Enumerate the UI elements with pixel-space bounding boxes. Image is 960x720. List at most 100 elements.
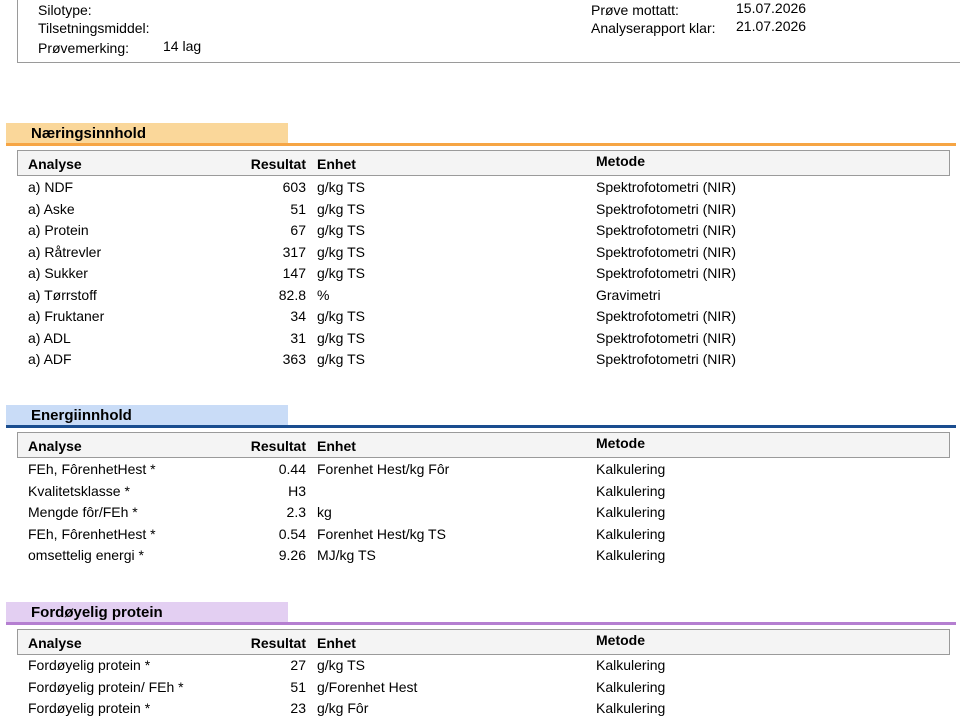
cell-enhet: g/kg TS [317,179,365,195]
cell-analyse: Mengde fôr/FEh * [28,504,138,520]
cell-enhet: g/kg TS [317,222,365,238]
tilsetningsmiddel-label: Tilsetningsmiddel: [38,20,150,36]
cell-metode: Spektrofotometri (NIR) [596,179,737,195]
sample-info-box [17,0,960,63]
cell-metode: Kalkulering [596,482,666,499]
column-header-metode: Metode [596,153,645,169]
cell-analyse: a) Protein [28,222,89,238]
cell-analyse: a) Råtrevler [28,243,102,260]
cell-resultat: 67 [290,222,306,238]
cell-enhet: g/kg Fôr [317,700,369,716]
provemerking-label: Prøvemerking: [38,40,130,56]
cell-analyse: a) NDF [28,179,74,195]
cell-enhet: g/kg TS [317,265,365,281]
section-header: Energiinnhold [0,405,960,433]
column-header-analyse: Analyse [28,156,82,172]
cell-analyse: Fordøyelig protein/ FEh * [28,678,184,695]
cell-metode: Kalkulering [596,525,666,542]
table-row: Fordøyelig protein * 23 g/kg Fôr Kalkulerin… [0,698,960,720]
table-row: a) Tørrstoff 82.8% Gravimetri [0,285,960,307]
cell-enhet: % [317,286,330,303]
silotype-label: Silotype: [38,2,92,18]
cell-metode: Kalkulering [596,700,666,716]
cell-resultat: 363 [282,351,306,367]
cell-analyse: omsettelig energi * [28,547,144,563]
column-header-analyse: Analyse [28,438,82,454]
analyserapport-value: 21.07.2026 [736,18,807,34]
cell-resultat: 34 [290,308,306,324]
cell-metode: Spektrofotometri (NIR) [596,265,737,281]
column-header-analyse: Analyse [28,635,82,651]
table-row: a) Sukker 147 g/kg TS Spektrofotometri (NIR… [0,263,960,285]
cell-resultat: 82.8 [278,286,306,303]
column-header-enhet: Enhet [317,438,356,454]
cell-resultat: 317 [282,243,306,260]
table-header: Analyse Resultat Enhet Metode [17,629,950,655]
section-rule [6,143,956,146]
cell-resultat: 9.26 [278,547,306,563]
cell-metode: Gravimetri [596,286,661,303]
cell-resultat: 51 [290,678,306,695]
cell-enhet: g/Forenhet Hest [317,678,418,695]
cell-enhet: g/kg TS [317,657,365,673]
analyserapport-label: Analyserapport klar: [591,20,716,36]
cell-analyse: a) Tørrstoff [28,286,97,303]
cell-analyse: Fordøyelig protein * [28,657,151,673]
column-header-enhet: Enhet [317,635,356,651]
table-row: a) Protein 67 g/kg TS Spektrofotometri (NIR… [0,220,960,242]
table-row: a) ADL 31 g/kg TS Spektrofotometri (NIR) [0,328,960,350]
cell-analyse: a) Aske [28,200,75,217]
cell-metode: Spektrofotometri (NIR) [596,243,737,260]
column-header-metode: Metode [596,435,645,451]
cell-resultat: 0.44 [278,461,306,477]
cell-resultat: 23 [290,700,306,716]
cell-resultat: 0.54 [278,525,306,542]
table-row: Kvalitetsklasse * H3 Kalkulering [0,481,960,503]
cell-analyse: a) ADF [28,351,72,367]
table-row: FEh, FôrenhetHest * 0.54 Forenhet Hest/kg … [0,524,960,546]
cell-enhet: g/kg TS [317,308,365,324]
cell-resultat: H3 [288,482,306,499]
cell-enhet: Forenhet Hest/kg Fôr [317,461,450,477]
cell-metode: Kalkulering [596,547,666,563]
table-row: omsettelig energi * 9.26 MJ/kg TS Kalkuleri… [0,545,960,567]
cell-enhet: Forenhet Hest/kg TS [317,525,446,542]
table-row: Mengde fôr/FEh * 2.3 kg Kalkulering [0,502,960,524]
prove-mottatt-label: Prøve mottatt: [591,2,679,18]
cell-enhet: g/kg TS [317,351,365,367]
prove-mottatt-value: 15.07.2026 [736,0,807,16]
table-row: a) Råtrevler 317 g/kg TS Spektrofotometri (… [0,242,960,264]
cell-enhet: kg [317,504,332,520]
cell-resultat: 147 [282,265,306,281]
cell-analyse: a) ADL [28,329,71,346]
cell-metode: Kalkulering [596,657,666,673]
section-title: Fordøyelig protein [31,604,163,621]
section-title: Energiinnhold [31,407,132,424]
column-header-resultat: Resultat [250,156,306,172]
column-header-resultat: Resultat [250,635,306,651]
cell-metode: Spektrofotometri (NIR) [596,329,737,346]
cell-resultat: 27 [290,657,306,673]
cell-analyse: FEh, FôrenhetHest * [28,461,156,477]
table-row: a) Aske 51 g/kg TS Spektrofotometri (NIR) [0,199,960,221]
cell-analyse: a) Sukker [28,265,88,281]
cell-analyse: Kvalitetsklasse * [28,482,130,499]
cell-metode: Kalkulering [596,504,666,520]
cell-enhet: MJ/kg TS [317,547,376,563]
cell-metode: Spektrofotometri (NIR) [596,351,737,367]
table-row: a) ADF 363 g/kg TS Spektrofotometri (NIR) [0,349,960,371]
cell-resultat: 31 [290,329,306,346]
cell-resultat: 2.3 [286,504,306,520]
table-row: FEh, FôrenhetHest * 0.44 Forenhet Hest/kg … [0,459,960,481]
cell-analyse: FEh, FôrenhetHest * [28,525,156,542]
section-rule [6,622,956,625]
cell-metode: Spektrofotometri (NIR) [596,308,737,324]
cell-metode: Spektrofotometri (NIR) [596,222,737,238]
cell-metode: Kalkulering [596,461,666,477]
column-header-enhet: Enhet [317,156,356,172]
cell-enhet: g/kg TS [317,243,365,260]
table-header: Analyse Resultat Enhet Metode [17,150,950,176]
table-row: a) NDF 603 g/kg TS Spektrofotometri (NIR) [0,177,960,199]
table-header: Analyse Resultat Enhet Metode [17,432,950,458]
provemerking-value: 14 lag [163,38,202,54]
